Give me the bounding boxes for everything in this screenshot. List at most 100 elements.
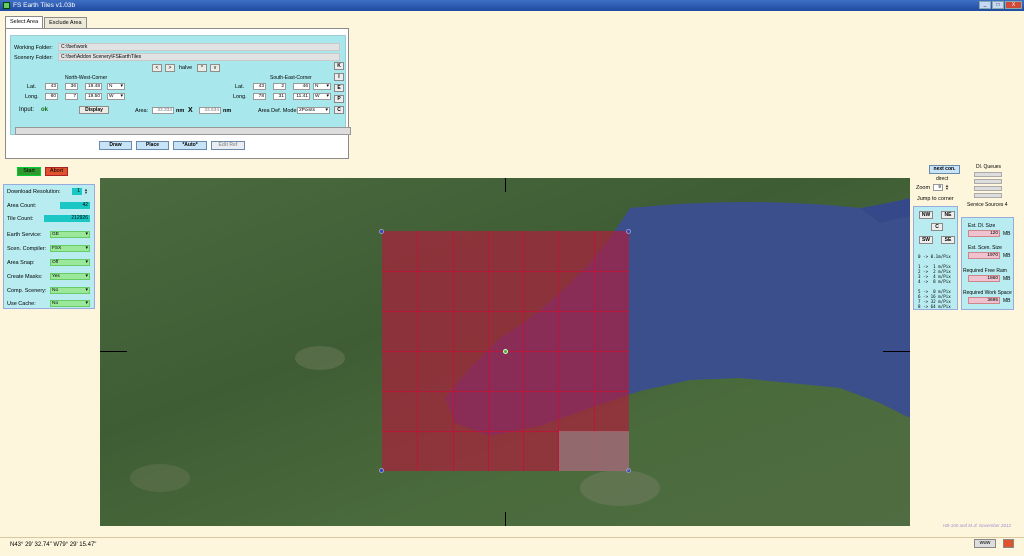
zoom-value[interactable]: 9 (933, 184, 943, 191)
nw-long-hemisphere[interactable]: W (107, 93, 125, 100)
se-long-deg[interactable]: 78 (253, 93, 266, 100)
se-long-hemisphere[interactable]: W (313, 93, 331, 100)
window-title: FS Earth Tiles v1.03b (13, 2, 76, 9)
area-settings-box: Working Folder: C:\fset\work Scenery Fol… (10, 35, 351, 135)
dl-queue-bar (974, 193, 1002, 198)
area-width: 33.333 (152, 107, 174, 114)
download-resolution-value[interactable]: 1 (72, 188, 82, 195)
minimize-button[interactable]: _ (979, 1, 991, 9)
auto-button[interactable]: *Auto* (173, 141, 207, 150)
sw-corner-handle[interactable] (379, 468, 384, 473)
se-lat-sec[interactable]: 46 (293, 83, 310, 90)
area-snap-label: Area Snap: (7, 260, 35, 266)
kill-button[interactable] (1003, 539, 1014, 548)
nw-lat-sec[interactable]: 19.48 (85, 83, 102, 90)
nw-lat-hemisphere[interactable]: N (107, 83, 125, 90)
navigation-panel: NW NE C SW SE 0 -> 0.1m/Pix 1 -> 1 m/Pix… (913, 206, 958, 310)
jump-nw-button[interactable]: NW (919, 211, 933, 219)
scenery-folder-field[interactable]: C:\fset\Addon Scenery\FSEarthTiles (58, 53, 340, 61)
dl-queues-label: Dl. Queues (976, 164, 1002, 170)
nw-lat-min[interactable]: 36 (65, 83, 78, 90)
est-dl-size-unit: MB (1003, 231, 1011, 237)
nw-corner-title: North-West-Corner (65, 75, 108, 81)
jump-ne-button[interactable]: NE (941, 211, 955, 219)
req-work-space-label: Required Work Space (963, 290, 1012, 296)
se-lat-hemisphere[interactable]: N (313, 83, 331, 90)
up-button[interactable]: ^ (197, 64, 207, 72)
credits-text: HB-100 and M.Jl. November 2012 (943, 523, 1012, 528)
create-masks-select[interactable]: Yes (50, 273, 90, 280)
se-lat-label: Lat. (235, 84, 245, 90)
est-dl-size-label: Est. Dl. Size (968, 223, 996, 229)
next-button[interactable]: > (165, 64, 175, 72)
req-free-ram-label: Required Free Ram (963, 268, 1007, 274)
tab-bar: Select Area Exclude Area (5, 16, 88, 28)
zoom-spinner-icon[interactable]: ▲ ▼ (945, 184, 949, 191)
edit-ref-button[interactable]: Edit Ref (211, 141, 245, 150)
zoom-label: Zoom (916, 185, 931, 191)
nw-lat-deg[interactable]: 43 (45, 83, 58, 90)
jump-se-button[interactable]: SE (941, 236, 955, 244)
town-patch (580, 470, 660, 506)
area-label: Area: (135, 108, 149, 114)
area-width-unit: nm (176, 108, 185, 114)
e-button[interactable]: E (334, 84, 344, 92)
se-lat-min[interactable]: 2 (273, 83, 286, 90)
earth-service-label: Earth Service: (7, 232, 42, 238)
start-button[interactable]: Start (17, 167, 41, 176)
k-button[interactable]: K (334, 62, 344, 70)
est-scen-size-label: Est. Scen. Size (968, 245, 1002, 251)
area-def-mode-select[interactable]: 2Points (297, 107, 330, 114)
town-patch (130, 464, 190, 492)
p-button[interactable]: P (334, 95, 344, 103)
close-button[interactable]: X (1005, 1, 1022, 9)
display-button[interactable]: Display (79, 106, 109, 114)
crosshair-left (100, 351, 127, 352)
nw-long-min[interactable]: 7 (65, 93, 78, 100)
jump-sw-button[interactable]: SW (919, 236, 933, 244)
nw-long-deg[interactable]: 80 (45, 93, 58, 100)
tile-count-value: 212926 (44, 215, 90, 222)
se-lat-deg[interactable]: 43 (253, 83, 266, 90)
se-long-sec[interactable]: 11.41 (293, 93, 310, 100)
prev-button[interactable]: < (152, 64, 162, 72)
tab-exclude-area[interactable]: Exclude Area (44, 17, 87, 28)
town-patch (295, 346, 345, 370)
progress-bar (15, 127, 351, 135)
tab-select-area[interactable]: Select Area (5, 16, 44, 28)
comp-scenery-select[interactable]: No (50, 287, 90, 294)
www-button[interactable]: www (974, 539, 996, 548)
maximize-button[interactable]: □ (992, 1, 1004, 9)
i-button[interactable]: I (334, 73, 344, 81)
cursor-coordinates: N43° 29' 32.74" W79° 29' 15.47" (10, 542, 97, 548)
use-cache-label: Use Cache: (7, 301, 36, 307)
use-cache-select[interactable]: No (50, 300, 90, 307)
next-con-button[interactable]: next con. (929, 165, 960, 174)
req-work-space-unit: MB (1003, 298, 1011, 304)
crosshair-bottom (505, 512, 506, 526)
earth-service-select[interactable]: GE (50, 231, 90, 238)
se-long-min[interactable]: 31 (273, 93, 286, 100)
down-button[interactable]: v (210, 64, 220, 72)
center-marker[interactable] (503, 349, 508, 354)
area-height: 33.634 (199, 107, 221, 114)
settings-panel: Download Resolution: 1 ▲ ▼ Area Count: 42… (3, 184, 95, 309)
nw-long-sec[interactable]: 19.50 (85, 93, 102, 100)
nw-long-label: Long. (25, 94, 39, 100)
ne-corner-handle[interactable] (626, 229, 631, 234)
area-snap-select[interactable]: Off (50, 259, 90, 266)
place-button[interactable]: Place (136, 141, 169, 150)
c-button[interactable]: C (334, 106, 344, 114)
scen-compiler-select[interactable]: FSX (50, 245, 90, 252)
se-corner-title: South-East-Corner (270, 75, 312, 81)
excluded-tiles (559, 431, 629, 471)
working-folder-field[interactable]: C:\fset\work (58, 43, 340, 51)
abort-button[interactable]: Abort (45, 167, 68, 176)
nw-corner-handle[interactable] (379, 229, 384, 234)
area-def-mode-label: Area Def. Mode: (258, 108, 299, 114)
resolution-spinner-icon[interactable]: ▲ ▼ (84, 188, 88, 195)
window-controls: _ □ X (979, 1, 1022, 9)
jump-center-button[interactable]: C (931, 223, 943, 231)
service-sources-label: Service Sources 4 (967, 202, 1008, 208)
draw-button[interactable]: Draw (99, 141, 132, 150)
